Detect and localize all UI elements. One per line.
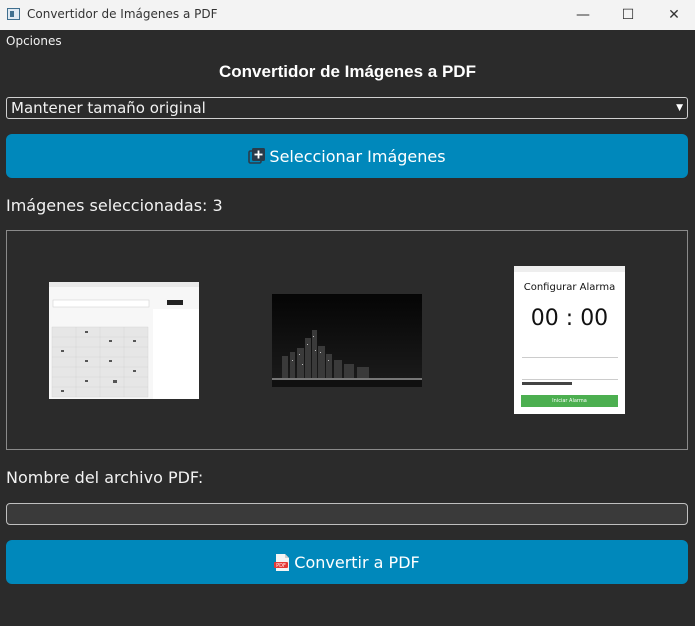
close-button[interactable]: ✕ [651,0,695,30]
convert-button[interactable]: PDF Convertir a PDF [6,540,688,584]
thumbnail-alarm[interactable]: Configurar Alarma 00 : 00 Iniciar Alarma [514,266,625,414]
thumbnail-city[interactable] [272,294,422,387]
image-preview-area: Configurar Alarma 00 : 00 Iniciar Alarma [6,230,688,450]
menu-options[interactable]: Opciones [6,34,62,48]
size-select-value: Mantener tamaño original [11,99,206,117]
thumbnail-calculator[interactable] [49,282,199,399]
maximize-button[interactable]: ☐ [605,0,651,30]
minimize-button[interactable]: — [560,0,606,30]
size-select[interactable]: Mantener tamaño original ▼ [6,97,688,119]
filename-label: Nombre del archivo PDF: [6,468,204,487]
select-images-label: Seleccionar Imágenes [269,146,446,166]
add-images-icon [248,147,266,165]
alarm-time: 00 : 00 [530,306,609,331]
page-title: Convertidor de Imágenes a PDF [219,62,476,81]
filename-input[interactable] [6,503,688,525]
title-bar: Convertidor de Imágenes a PDF — ☐ ✕ [0,0,695,30]
selected-count-label: Imágenes seleccionadas: 3 [6,196,223,215]
menu-bar: Opciones [0,30,695,50]
dropdown-arrow-icon: ▼ [676,103,683,113]
alarm-start-button: Iniciar Alarma [521,395,618,407]
window-title: Convertidor de Imágenes a PDF [27,7,218,21]
convert-label: Convertir a PDF [294,552,420,572]
select-images-button[interactable]: Seleccionar Imágenes [6,134,688,178]
pdf-icon: PDF [274,553,291,572]
alarm-title: Configurar Alarma [523,282,616,293]
app-icon [7,8,20,20]
svg-text:PDF: PDF [276,563,286,569]
